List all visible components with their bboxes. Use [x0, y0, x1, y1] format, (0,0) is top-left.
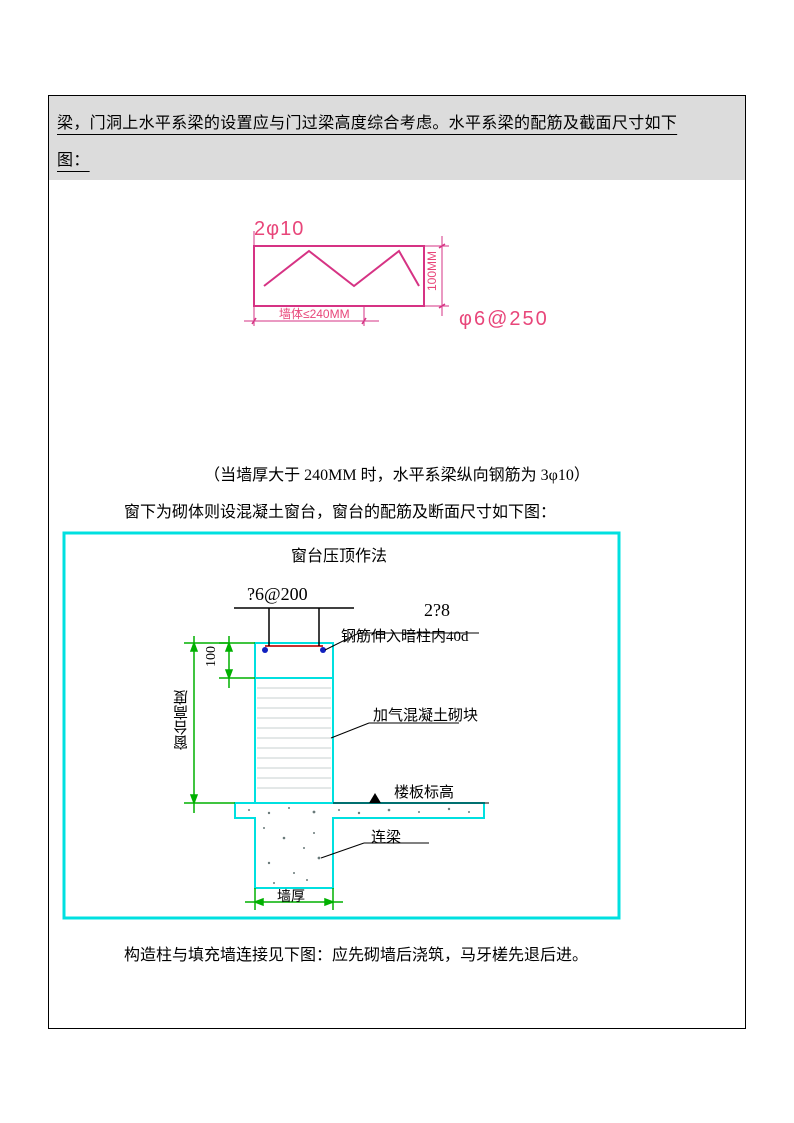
- wall-width-label: 墙体≤240MM: [279, 305, 350, 322]
- caption-mid: （当墙厚大于 240MM 时，水平系梁纵向钢筋为 3φ10）: [49, 461, 745, 485]
- diagram-tie-beam: 2φ10 100MM 墙体≤240MM φ6@250: [224, 226, 584, 361]
- sill-height-label: 窗台高度: [171, 690, 192, 750]
- rebar-2-8: 2?8: [424, 600, 450, 621]
- caption-2: 窗下为砌体则设混凝土窗台，窗台的配筋及断面尺寸如下图：: [124, 498, 556, 522]
- dim-100: 100: [204, 646, 220, 667]
- wall-thick-label: 墙厚: [277, 886, 305, 906]
- floor-level-label: 楼板标高: [394, 781, 454, 802]
- stirrup-6-200: ?6@200: [247, 584, 308, 605]
- stirrup-label: φ6@250: [459, 308, 549, 331]
- sill-title: 窗台压顶作法: [59, 542, 619, 566]
- dim-100mm: 100MM: [425, 251, 439, 291]
- paragraph-1: 梁，门洞上水平系梁的设置应与门过梁高度综合考虑。水平系梁的配筋及截面尺寸如下图：: [57, 106, 697, 180]
- diagram-window-sill: 窗台压顶作法 ?6@200 2?8 钢筋伸入暗柱内40d 加气混凝土砌块 楼板标…: [59, 528, 629, 933]
- rebar-anchor-note: 钢筋伸入暗柱内40d: [341, 625, 469, 646]
- caption-3: 构造柱与填充墙连接见下图：应先砌墙后浇筑，马牙槎先退后进。: [124, 941, 588, 965]
- aerated-block-label: 加气混凝土砌块: [373, 704, 478, 725]
- beam-label: 连梁: [371, 826, 401, 847]
- rebar-top-label: 2φ10: [254, 218, 304, 241]
- page-frame: 梁，门洞上水平系梁的设置应与门过梁高度综合考虑。水平系梁的配筋及截面尺寸如下图：…: [48, 95, 746, 1029]
